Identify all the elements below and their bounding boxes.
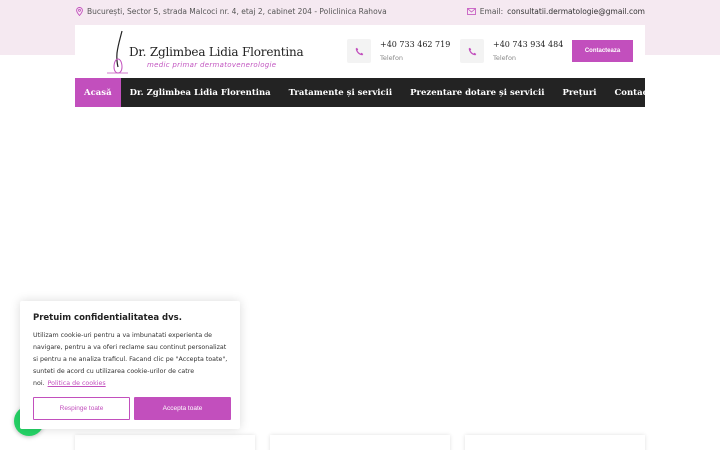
address-text: București, Sector 5, strada Malcoci nr. … — [87, 7, 387, 16]
nav-item-contact[interactable]: Contact — [606, 78, 661, 107]
phone-label: Telefon — [493, 54, 517, 62]
content-card — [75, 435, 255, 450]
nav-item-equipment[interactable]: Prezentare dotare și servicii — [401, 78, 553, 107]
site-logo[interactable]: Dr. Zglimbea Lidia Florentina medic prim… — [90, 27, 304, 77]
email-label: Email: — [479, 7, 504, 16]
phone-icon — [347, 39, 371, 63]
contact-button[interactable]: Contacteaza — [572, 40, 633, 62]
cookie-consent-dialog: Pretuim confidentialitatea dvs. Utilizam… — [20, 301, 240, 429]
phone-contact-1[interactable]: +40 733 462 719 Telefon — [347, 39, 450, 63]
accept-all-button[interactable]: Accepta toate — [134, 397, 231, 420]
nav-item-home[interactable]: Acasă — [75, 78, 121, 107]
cookie-policy-link[interactable]: Politica de cookies — [48, 380, 106, 387]
phone-number[interactable]: +40 743 934 484 — [493, 40, 563, 49]
address-info: București, Sector 5, strada Malcoci nr. … — [76, 7, 387, 16]
envelope-icon — [466, 8, 476, 15]
nav-item-doctor[interactable]: Dr. Zglimbea Lidia Florentina — [121, 78, 280, 107]
cookie-body: Utilizam cookie-uri pentru a va imbunata… — [33, 330, 233, 390]
cookie-title: Pretuim confidentialitatea dvs. — [33, 313, 182, 323]
main-nav: Acasă Dr. Zglimbea Lidia Florentina Trat… — [75, 78, 652, 107]
nav-item-treatments[interactable]: Tratamente și servicii — [280, 78, 401, 107]
map-pin-icon — [76, 7, 83, 16]
email-info[interactable]: Email: consultatii.dermatologie@gmail.co… — [466, 7, 645, 16]
reject-all-button[interactable]: Respinge toate — [33, 397, 130, 420]
site-header: Dr. Zglimbea Lidia Florentina medic prim… — [75, 25, 645, 78]
cookie-text: Utilizam cookie-uri pentru a va imbunata… — [33, 332, 228, 387]
phone-number[interactable]: +40 733 462 719 — [380, 40, 450, 49]
hair-follicle-logo-icon — [107, 30, 128, 74]
content-card — [270, 435, 450, 450]
phone-contact-2[interactable]: +40 743 934 484 Telefon — [460, 39, 563, 63]
logo-name: Dr. Zglimbea Lidia Florentina — [129, 45, 304, 59]
logo-subtitle: medic primar dermatovenerologie — [147, 61, 277, 69]
content-card — [465, 435, 645, 450]
email-address-link[interactable]: consultatii.dermatologie@gmail.com — [507, 7, 645, 16]
phone-label: Telefon — [380, 54, 404, 62]
phone-icon — [460, 39, 484, 63]
nav-item-prices[interactable]: Prețuri — [553, 78, 605, 107]
